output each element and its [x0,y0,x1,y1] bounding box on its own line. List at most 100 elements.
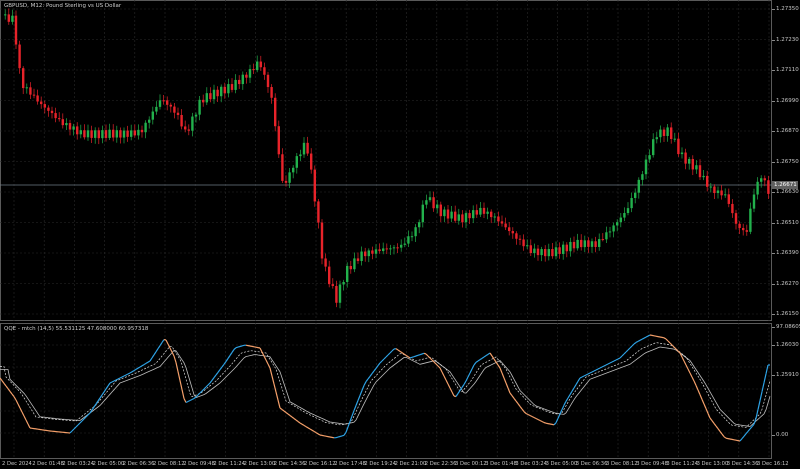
candle [158,94,162,110]
candle [198,95,201,121]
qqe-rsi-segment [367,375,371,380]
candle [310,148,313,174]
qqe-rsi-segment [221,363,225,368]
candle [173,102,176,119]
candle [760,175,763,188]
candle [500,215,504,227]
qqe-rsi-segment [629,345,633,349]
qqe-rsi-segment [215,371,219,376]
qqe-rsi-segment [485,353,489,357]
candle [227,78,230,98]
qqe-rsi-segment [153,351,157,356]
qqe-rsi-segment [363,381,367,386]
qqe-rsi-segment [371,370,375,375]
candle [432,191,435,212]
candle [565,242,568,258]
candle [752,188,756,213]
qqe-rsi-segment [585,373,589,376]
qqe-rsi-segment [543,421,547,424]
candle [605,226,608,244]
qqe-lines [0,323,772,459]
qqe-rsi-segment [645,335,649,338]
qqe-rsi-segment [17,403,21,409]
qqe-rsi-segment [3,382,7,387]
qqe-rsi-segment [19,407,23,413]
qqe-rsi-segment [273,383,277,393]
qqe-rsi-segment [383,356,387,360]
time-tick: 3 Dec 14:36 [726,461,759,467]
candle [40,96,43,109]
qqe-rsi-segment [623,351,627,355]
qqe-rsi-segment [265,359,269,365]
qqe-rsi-segment [745,431,749,435]
candle [324,253,327,272]
qqe-rsi-segment [287,413,291,416]
qqe-rsi-segment [633,341,637,345]
candle [29,82,32,100]
qqe-rsi-segment [377,362,381,367]
candle [338,280,342,309]
candle [230,78,234,93]
qqe-fast-trail-line [0,342,771,428]
qqe-rsi-segment [269,367,273,377]
time-tick: 2 Dec 11:24 [213,461,245,467]
qqe-rsi-segment [0,377,3,382]
candle [587,237,590,253]
qqe-rsi-segment [137,366,141,369]
candle [140,125,144,138]
candle [263,62,266,80]
price-tick: 1.26870 [772,128,799,134]
time-tick: 2 Dec 05:00 [92,461,125,467]
qqe-rsi-segment [619,355,623,359]
candle [151,106,154,125]
price-tick: 1.26990 [772,97,799,104]
candle [346,262,349,288]
qqe-rsi-segment [335,436,339,439]
candle [421,200,424,228]
qqe-rsi-segment [437,365,441,369]
candle [367,248,370,263]
candle [112,124,115,142]
qqe-rsi-segment [307,427,311,430]
qqe-rsi-segment [151,354,155,359]
qqe-rsi-segment [271,375,275,385]
qqe-rsi-segment [111,380,115,383]
candle [133,124,136,138]
candle [176,107,180,120]
candle [533,243,536,258]
qqe-rsi-segment [573,384,577,389]
qqe-rsi-segment [81,418,85,422]
candle [320,219,324,265]
candle [410,231,414,242]
candle [608,226,612,238]
qqe-rsi-segment [575,381,579,385]
time-tick: 2 Dec 21:00 [394,461,427,467]
candle [108,123,111,141]
qqe-rsi-segment [145,361,149,364]
candle [180,109,183,130]
candle [126,125,129,142]
qqe-rsi-segment [607,362,611,365]
time-tick: 3 Dec 05:00 [545,461,578,467]
candle [547,243,550,261]
candle [670,122,673,144]
candle [727,188,730,208]
qqe-rsi-segment [589,371,593,374]
price-axis[interactable]: 1.27350 1.27230 1.27110 1.26990 1.26870 1.267… [772,0,800,378]
qqe-rsi-segment [533,416,537,420]
qqe-rsi-segment [69,430,73,434]
qqe-rsi-segment [637,339,641,342]
qqe-rsi-segment [219,366,223,371]
qqe-rsi-segment [627,347,631,351]
qqe-rsi-segment [741,435,745,439]
candle [756,177,759,200]
qqe-rsi-segment [415,354,419,357]
qqe-rsi-segment [359,390,363,396]
candle [418,219,421,234]
qqe-rsi-segment [301,423,305,426]
candle [58,112,61,122]
indicator-axis[interactable]: 97.086057 0.00 [771,323,800,459]
qqe-rsi-segment [229,352,233,356]
qqe-rsi-segment [387,352,391,356]
time-axis[interactable]: 2 Dec 2024 2 Dec 01:48 2 Dec 03:24 2 Dec 05… [0,459,800,469]
